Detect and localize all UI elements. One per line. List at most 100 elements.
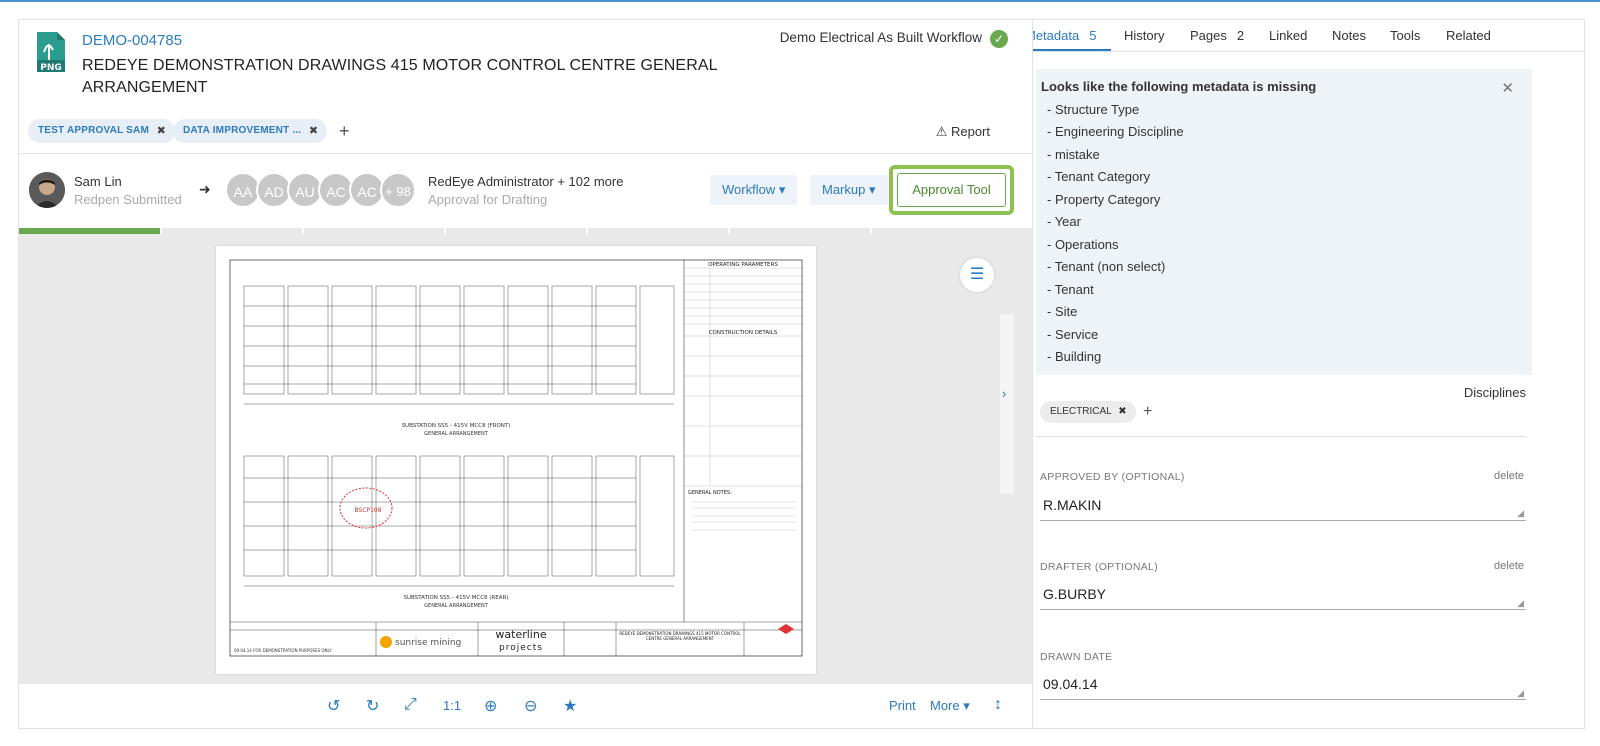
approved-by-delete-link[interactable]: delete xyxy=(1494,470,1524,482)
report-label: Report xyxy=(950,124,990,139)
missing-item: - Service xyxy=(1047,327,1099,342)
more-dropdown-button[interactable]: More ▾ xyxy=(930,698,970,714)
tag-test-approval[interactable]: TEST APPROVAL SAM ✖ xyxy=(28,119,176,143)
missing-item: - Property Category xyxy=(1047,192,1161,207)
zoom-in-icon[interactable]: ⊕ xyxy=(484,696,497,716)
workflow-name: Demo Electrical As Built Workflow xyxy=(779,30,982,45)
company-logo-icon xyxy=(778,624,794,634)
missing-item: - Tenant xyxy=(1047,282,1094,297)
approver-role: Approval for Drafting xyxy=(428,192,548,207)
sunrise-logo-icon xyxy=(380,636,392,648)
title-block-text: REDEYE DEMONSTRATION DRAWINGS 415 MOTOR … xyxy=(619,631,741,641)
close-icon[interactable]: ✕ xyxy=(1501,79,1514,97)
tab-history[interactable]: History xyxy=(1124,28,1164,43)
alert-title: Looks like the following metadata is mis… xyxy=(1041,79,1317,94)
star-icon[interactable]: ★ xyxy=(563,696,577,716)
consultant-logo-subtext: projects xyxy=(499,643,543,653)
tab-label: Notes xyxy=(1332,28,1366,43)
vertical-resize-icon[interactable]: ↕ xyxy=(994,696,1002,714)
remove-tag-icon[interactable]: ✖ xyxy=(309,119,318,143)
front-subcaption: GENERAL ARRANGEMENT xyxy=(424,431,489,437)
drawing-sheet[interactable]: SUBSTATION SS5 - 415V MCC8 (FRONT) GENER… xyxy=(216,246,816,674)
header-divider xyxy=(19,153,1032,154)
missing-item: - Year xyxy=(1047,214,1081,229)
report-button[interactable]: ⚠ Report xyxy=(936,124,990,140)
markup-label: Markup xyxy=(822,182,866,197)
panel-toggle-handle[interactable] xyxy=(1000,314,1014,494)
section-title: CONSTRUCTION DETAILS xyxy=(709,330,778,336)
missing-item: - Tenant (non select) xyxy=(1047,259,1166,274)
discipline-tag-electrical[interactable]: ELECTRICAL ✖ xyxy=(1040,401,1136,423)
submitter-name: Sam Lin xyxy=(74,174,122,189)
print-button[interactable]: Print xyxy=(889,698,916,713)
missing-metadata-alert: Looks like the following metadata is mis… xyxy=(1036,69,1532,375)
tab-metadata[interactable]: Metadata 5 xyxy=(1033,28,1096,43)
section-divider xyxy=(1036,436,1526,437)
approved-by-label: APPROVED BY (OPTIONAL) xyxy=(1040,471,1185,483)
tab-notes[interactable]: Notes xyxy=(1332,28,1366,43)
client-logo-text: sunrise mining xyxy=(395,638,461,648)
tab-tools[interactable]: Tools xyxy=(1390,28,1420,43)
workflow-label: Workflow xyxy=(722,182,776,197)
remove-tag-icon[interactable]: ✖ xyxy=(1118,401,1126,423)
warning-icon: ⚠ xyxy=(935,124,948,139)
tab-label: Metadata xyxy=(1033,28,1080,43)
document-viewer[interactable]: SUBSTATION SS5 - 415V MCC8 (FRONT) GENER… xyxy=(19,234,1032,684)
workflow-dropdown-button[interactable]: Workflow ▾ xyxy=(710,175,798,205)
tab-label: History xyxy=(1124,28,1165,43)
drafter-delete-link[interactable]: delete xyxy=(1494,560,1524,572)
submitter-avatar xyxy=(29,172,65,208)
fit-expand-icon[interactable]: ⤢ xyxy=(404,696,417,714)
actual-size-button[interactable]: 1:1 xyxy=(443,698,461,713)
drawn-date-field[interactable] xyxy=(1040,668,1526,700)
chevron-right-icon[interactable]: › xyxy=(1002,386,1006,401)
submitter-role: Redpen Submitted xyxy=(74,192,182,207)
missing-item: - Site xyxy=(1047,304,1078,319)
resize-handle-icon[interactable]: ◢ xyxy=(1517,598,1524,609)
rear-subcaption: GENERAL ARRANGEMENT xyxy=(424,603,489,609)
document-panel: PNG DEMO-004785 REDEYE DEMONSTRATION DRA… xyxy=(18,19,1033,729)
more-approvers-avatar[interactable]: + 98 xyxy=(380,172,416,208)
markup-dropdown-button[interactable]: Markup ▾ xyxy=(810,175,888,205)
document-title: REDEYE DEMONSTRATION DRAWINGS 415 MOTOR … xyxy=(82,57,718,96)
details-panel: Metadata 5 History Pages 2 Linked Notes To… xyxy=(1033,19,1585,729)
drafter-label: DRAFTER (OPTIONAL) xyxy=(1040,561,1158,573)
active-tab-indicator xyxy=(1033,49,1111,51)
resize-handle-icon[interactable]: ◢ xyxy=(1517,508,1524,519)
revision-row: 09.04.14 FOR DEMONSTRATION PURPOSES ONLY xyxy=(234,648,332,653)
tab-pages[interactable]: Pages 2 xyxy=(1190,28,1244,43)
tab-label: Tools xyxy=(1390,28,1421,43)
zoom-out-icon[interactable]: ⊖ xyxy=(524,696,537,716)
rotate-right-icon[interactable]: ↻ xyxy=(366,696,379,716)
tab-label: Pages xyxy=(1190,28,1227,43)
rotate-left-icon[interactable]: ↺ xyxy=(327,696,340,716)
missing-item: - Engineering Discipline xyxy=(1047,124,1184,139)
tab-related[interactable]: Related xyxy=(1446,28,1491,43)
png-file-icon: PNG xyxy=(37,32,65,73)
document-id-link[interactable]: DEMO-004785 xyxy=(82,32,182,49)
remove-tag-icon[interactable]: ✖ xyxy=(157,119,166,143)
add-discipline-icon[interactable]: + xyxy=(1143,403,1152,421)
missing-item: - Building xyxy=(1047,349,1102,364)
resize-handle-icon[interactable]: ◢ xyxy=(1517,688,1524,699)
drafter-field[interactable] xyxy=(1040,578,1526,610)
disciplines-label: Disciplines xyxy=(1463,385,1526,400)
tab-count: 5 xyxy=(1089,28,1097,43)
more-label: More xyxy=(930,698,960,713)
list-view-icon[interactable]: ☰ xyxy=(960,258,994,292)
add-tag-icon[interactable]: + xyxy=(339,121,350,142)
arrow-right-icon: ➜ xyxy=(199,181,211,197)
drawing-svg: SUBSTATION SS5 - 415V MCC8 (FRONT) GENER… xyxy=(229,259,803,657)
tab-linked[interactable]: Linked xyxy=(1269,28,1307,43)
title-block-text-wrap: REDEYE DEMONSTRATION DRAWINGS 415 MOTOR … xyxy=(619,631,741,641)
tab-count: 2 xyxy=(1236,28,1245,43)
top-accent-line xyxy=(0,0,1600,2)
approval-tool-button[interactable]: Approval Tool xyxy=(897,173,1006,207)
tab-divider xyxy=(1033,51,1584,52)
approved-by-field[interactable] xyxy=(1040,489,1526,521)
rear-elevation xyxy=(243,455,675,587)
rear-caption: SUBSTATION SS5 - 415V MCC8 (REAR) xyxy=(404,595,509,601)
missing-item: - Operations xyxy=(1047,237,1119,252)
notes-lines xyxy=(692,501,796,531)
tag-data-improvement[interactable]: DATA IMPROVEMENT ... ✖ xyxy=(173,119,328,143)
